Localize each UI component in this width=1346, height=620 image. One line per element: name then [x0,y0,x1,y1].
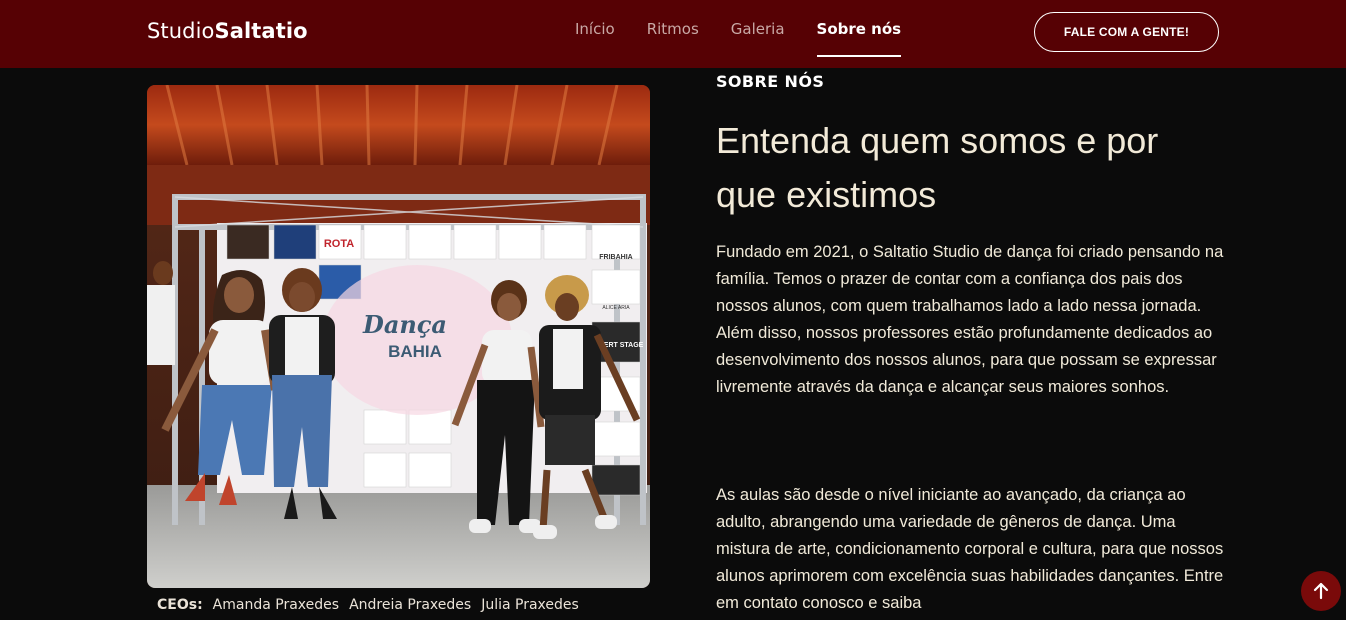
logo-bold-text: Saltatio [214,19,308,43]
banner-subtitle: BAHIA [388,342,442,361]
sponsor-rota: ROTA [324,238,354,250]
team-photo: ROTA FRIBAHIA ALICE ARIA OUVERT STAGE Da… [147,85,650,588]
scroll-to-top-button[interactable] [1301,571,1341,611]
nav-link-ritmos[interactable]: Ritmos [647,20,699,58]
banner-title: Dança [362,310,447,339]
ceo-name: Julia Praxedes [481,597,579,613]
team-photo-illustration: ROTA FRIBAHIA ALICE ARIA OUVERT STAGE Da… [147,85,650,588]
top-navbar: StudioSaltatio Início Ritmos Galeria Sob… [0,0,1346,68]
arrow-up-icon [1313,582,1329,600]
about-paragraph-1: Fundado em 2021, o Saltatio Studio de da… [716,243,1224,396]
studio-logo[interactable]: StudioSaltatio [147,19,308,43]
ceo-name: Andreia Praxedes [349,597,472,613]
main-nav: Início Ritmos Galeria Sobre nós [575,20,933,58]
about-headline: Entenda quem somos e por que existimos [716,120,1159,215]
nav-link-sobre-nos[interactable]: Sobre nós [816,20,901,58]
contact-cta-button[interactable]: FALE COM A GENTE! [1034,12,1219,52]
ceos-label: CEOs: [157,597,203,613]
nav-link-galeria[interactable]: Galeria [731,20,785,58]
logo-light-text: Studio [147,19,215,43]
about-paragraph-2: As aulas são desde o nível iniciante ao … [716,486,1224,612]
sponsor-alice-aria: ALICE ARIA [602,305,630,311]
ceos-caption: CEOs: Amanda Praxedes Andreia Praxedes J… [157,597,579,613]
section-label: SOBRE NÓS [716,72,825,91]
ceo-name: Amanda Praxedes [212,597,340,613]
sponsor-fribahia: FRIBAHIA [599,254,632,261]
nav-link-inicio[interactable]: Início [575,20,615,58]
